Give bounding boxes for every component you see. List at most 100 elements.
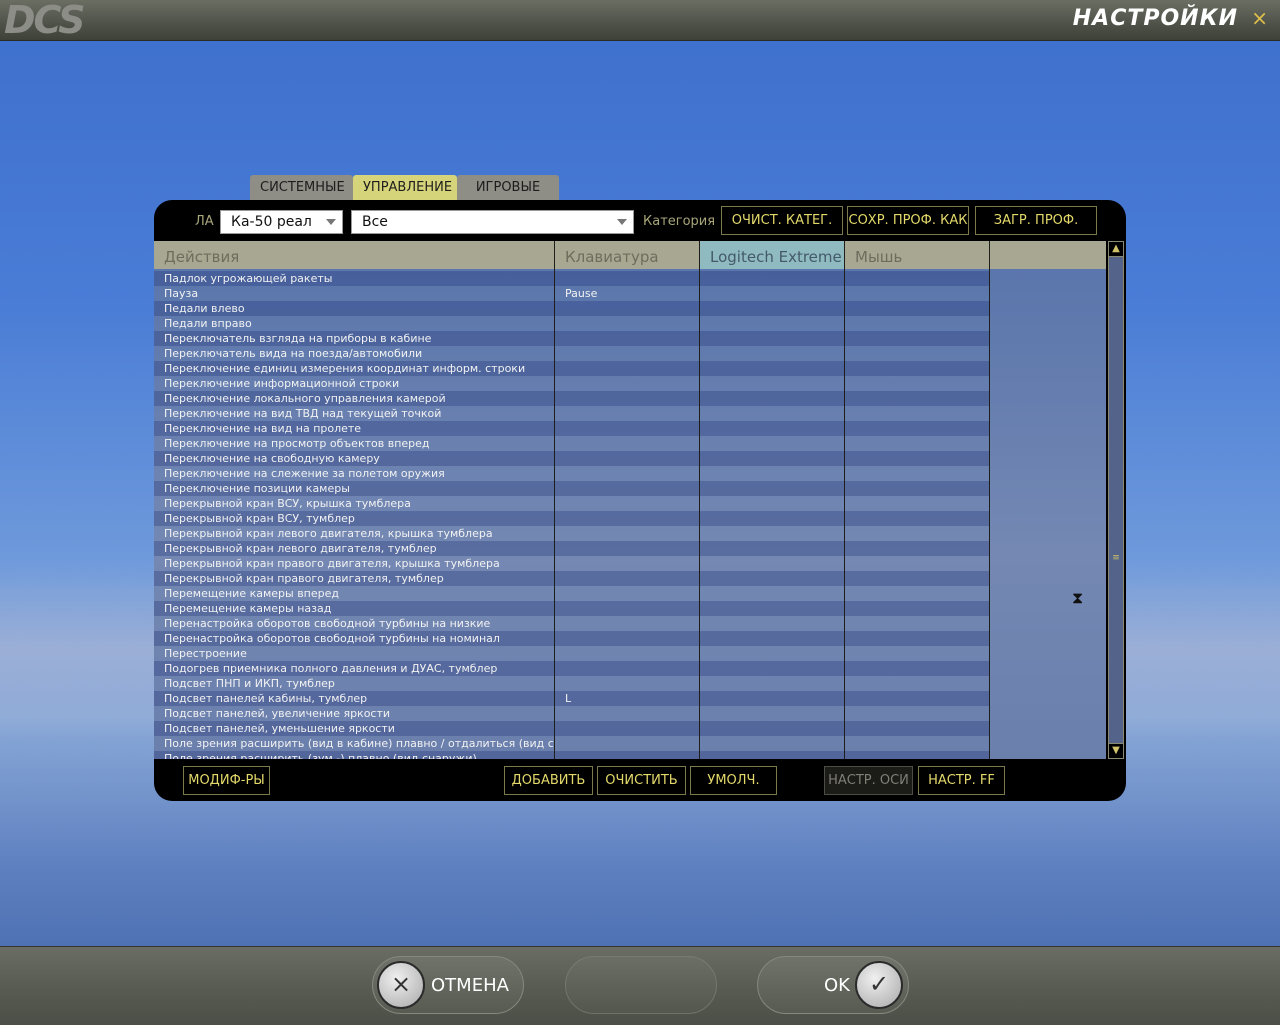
joystick-cell[interactable] [700, 601, 844, 616]
action-cell[interactable]: Перекрывной кран правого двигателя, крыш… [154, 556, 554, 571]
joystick-cell[interactable] [700, 691, 844, 706]
action-cell[interactable]: Перенастройка оборотов свободной турбины… [154, 616, 554, 631]
table-row[interactable]: Педали влево [154, 301, 1106, 316]
joystick-cell[interactable] [700, 661, 844, 676]
joystick-cell[interactable] [700, 346, 844, 361]
table-row[interactable]: Пауза Pause [154, 286, 1106, 301]
keyboard-cell[interactable] [555, 601, 699, 616]
table-row[interactable]: Подсвет панелей, уменьшение яркости [154, 721, 1106, 736]
scrollbar-track[interactable] [1108, 241, 1124, 759]
tab-gameplay[interactable]: ИГРОВЫЕ [457, 175, 559, 200]
mouse-cell[interactable] [845, 736, 989, 751]
mouse-cell[interactable] [845, 331, 989, 346]
joystick-cell[interactable] [700, 361, 844, 376]
category-select[interactable]: Все [351, 210, 634, 234]
keyboard-cell[interactable] [555, 646, 699, 661]
joystick-cell[interactable] [700, 331, 844, 346]
mouse-cell[interactable] [845, 406, 989, 421]
joystick-cell[interactable] [700, 391, 844, 406]
table-row[interactable]: Переключение на свободную камеру [154, 451, 1106, 466]
keyboard-cell[interactable] [555, 511, 699, 526]
keyboard-cell[interactable] [555, 406, 699, 421]
joystick-cell[interactable] [700, 541, 844, 556]
keyboard-cell[interactable] [555, 301, 699, 316]
mouse-cell[interactable] [845, 616, 989, 631]
table-row[interactable]: Переключатель взгляда на приборы в кабин… [154, 331, 1106, 346]
table-row[interactable]: Подсвет панелей, увеличение яркости [154, 706, 1106, 721]
action-cell[interactable]: Падлок угрожающей ракеты [154, 271, 554, 286]
tab-system[interactable]: СИСТЕМНЫЕ [250, 175, 353, 200]
scroll-up-icon[interactable]: ▲ [1108, 241, 1124, 257]
action-cell[interactable]: Подсвет ПНП и ИКП, тумблер [154, 676, 554, 691]
joystick-cell[interactable] [700, 316, 844, 331]
action-cell[interactable]: Переключатель взгляда на приборы в кабин… [154, 331, 554, 346]
action-cell[interactable]: Переключение информационной строки [154, 376, 554, 391]
ff-tune-button[interactable]: НАСТР. FF [918, 766, 1005, 795]
table-row[interactable]: Перекрывной кран правого двигателя, тумб… [154, 571, 1106, 586]
mouse-cell[interactable] [845, 511, 989, 526]
joystick-cell[interactable] [700, 616, 844, 631]
table-row[interactable]: Перекрывной кран ВСУ, тумблер [154, 511, 1106, 526]
mouse-cell[interactable] [845, 676, 989, 691]
action-cell[interactable]: Перекрывной кран левого двигателя, крышк… [154, 526, 554, 541]
mouse-cell[interactable] [845, 481, 989, 496]
joystick-cell[interactable] [700, 646, 844, 661]
joystick-cell[interactable] [700, 556, 844, 571]
table-row[interactable]: Подсвет ПНП и ИКП, тумблер [154, 676, 1106, 691]
column-header-extra[interactable] [990, 241, 1106, 269]
table-row[interactable]: Поле зрения расширить (вид в кабине) пла… [154, 736, 1106, 751]
action-cell[interactable]: Пауза [154, 286, 554, 301]
keyboard-cell[interactable] [555, 751, 699, 759]
action-cell[interactable]: Перемещение камеры вперед [154, 586, 554, 601]
action-cell[interactable]: Подсвет панелей кабины, тумблер [154, 691, 554, 706]
keyboard-cell[interactable]: L [555, 691, 699, 706]
close-icon[interactable]: × [1251, 6, 1268, 30]
mouse-cell[interactable] [845, 631, 989, 646]
aircraft-select[interactable]: Ка-50 реал [220, 210, 343, 234]
table-row[interactable]: Переключение единиц измерения координат … [154, 361, 1106, 376]
mouse-cell[interactable] [845, 751, 989, 759]
column-header-joystick[interactable]: Logitech Extreme 3D [700, 241, 845, 269]
mouse-cell[interactable] [845, 496, 989, 511]
mouse-cell[interactable] [845, 556, 989, 571]
mouse-cell[interactable] [845, 661, 989, 676]
joystick-cell[interactable] [700, 736, 844, 751]
joystick-cell[interactable] [700, 571, 844, 586]
table-scrollbar[interactable]: ▲ ≡ ▼ [1106, 241, 1126, 759]
keyboard-cell[interactable] [555, 376, 699, 391]
table-row[interactable]: Переключение информационной строки [154, 376, 1106, 391]
keyboard-cell[interactable] [555, 346, 699, 361]
table-row[interactable]: Перестроение [154, 646, 1106, 661]
action-cell[interactable]: Переключение позиции камеры [154, 481, 554, 496]
mouse-cell[interactable] [845, 361, 989, 376]
mouse-cell[interactable] [845, 691, 989, 706]
mouse-cell[interactable] [845, 286, 989, 301]
mouse-cell[interactable] [845, 316, 989, 331]
column-header-keyboard[interactable]: Клавиатура [555, 241, 700, 269]
table-row[interactable]: Переключение на слежение за полетом оруж… [154, 466, 1106, 481]
keyboard-cell[interactable] [555, 706, 699, 721]
mouse-cell[interactable] [845, 541, 989, 556]
action-cell[interactable]: Переключение локального управления камер… [154, 391, 554, 406]
mouse-cell[interactable] [845, 721, 989, 736]
mouse-cell[interactable] [845, 376, 989, 391]
action-cell[interactable]: Перекрывной кран ВСУ, тумблер [154, 511, 554, 526]
keyboard-cell[interactable] [555, 616, 699, 631]
keyboard-cell[interactable] [555, 271, 699, 286]
scrollbar-thumb[interactable]: ≡ [1108, 554, 1124, 564]
joystick-cell[interactable] [700, 421, 844, 436]
action-cell[interactable]: Перекрывной кран левого двигателя, тумбл… [154, 541, 554, 556]
table-row[interactable]: Подсвет панелей кабины, тумблер L [154, 691, 1106, 706]
action-cell[interactable]: Переключение на слежение за полетом оруж… [154, 466, 554, 481]
table-row[interactable]: Поле зрения расширить (зум -) плавно (ви… [154, 751, 1106, 759]
cancel-button[interactable]: × ОТМЕНА [372, 956, 524, 1014]
mouse-cell[interactable] [845, 301, 989, 316]
table-row[interactable]: Подогрев приемника полного давления и ДУ… [154, 661, 1106, 676]
default-button[interactable]: УМОЛЧ. [690, 766, 777, 795]
joystick-cell[interactable] [700, 721, 844, 736]
mouse-cell[interactable] [845, 271, 989, 286]
joystick-cell[interactable] [700, 511, 844, 526]
mouse-cell[interactable] [845, 436, 989, 451]
table-row[interactable]: Перекрывной кран левого двигателя, тумбл… [154, 541, 1106, 556]
keyboard-cell[interactable] [555, 391, 699, 406]
